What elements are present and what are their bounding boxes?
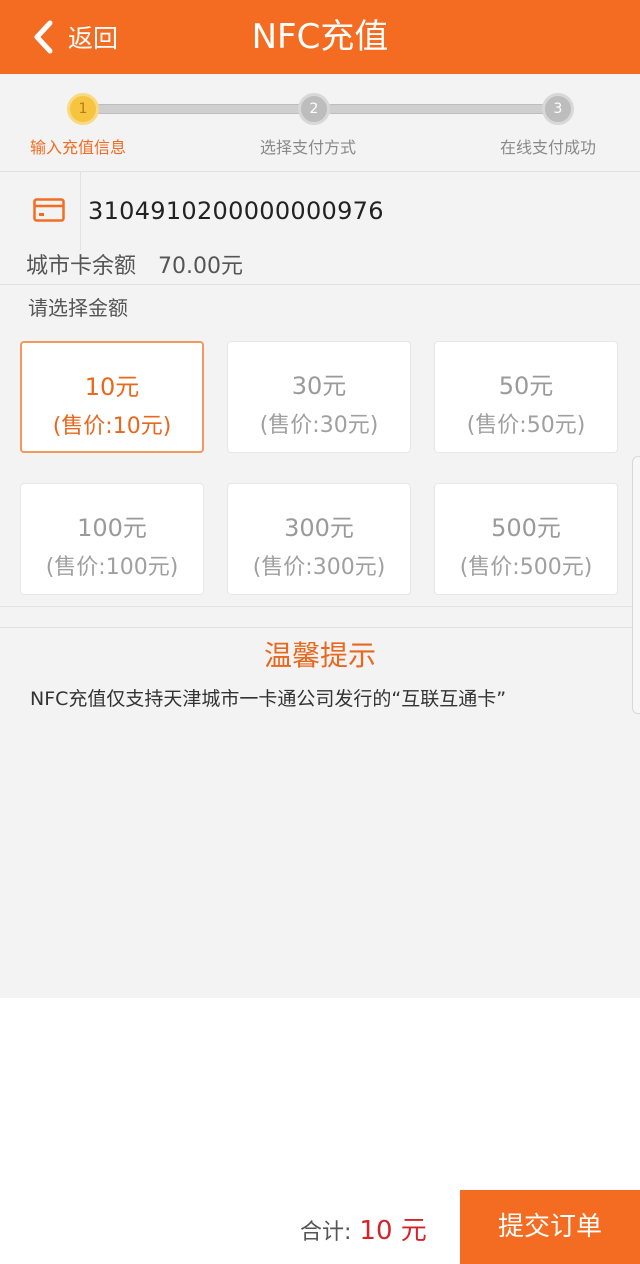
tip-text: NFC充值仅支持天津城市一卡通公司发行的“互联互通卡”	[30, 688, 507, 710]
amount-price: (售价:10元)	[52, 414, 172, 439]
card-icon	[33, 198, 65, 222]
amount-option-10[interactable]: 10元 (售价:10元)	[20, 341, 204, 453]
order-total: 合计: 10 元	[300, 1210, 427, 1247]
chevron-left-icon	[34, 20, 53, 54]
divider	[0, 606, 640, 607]
header-bar: 返回 NFC充值	[0, 0, 640, 74]
amount-price: (售价:30元)	[259, 413, 379, 438]
divider	[0, 627, 640, 628]
balance-label: 城市卡余额	[26, 254, 137, 279]
step-3-label: 在线支付成功	[500, 138, 597, 157]
side-drawer-handle[interactable]	[632, 456, 640, 714]
balance-row: 城市卡余额 70.00元	[26, 250, 243, 284]
card-number: 3104910200000000976	[88, 197, 384, 225]
step-1-label: 输入充值信息	[30, 138, 127, 157]
amount-option-100[interactable]: 100元 (售价:100元)	[20, 483, 204, 595]
amount-value: 30元	[291, 372, 347, 400]
card-divider	[80, 172, 81, 250]
amount-value: 300元	[284, 514, 354, 542]
amount-price: (售价:500元)	[459, 555, 593, 580]
amount-value: 100元	[77, 514, 147, 542]
amount-price: (售价:100元)	[45, 555, 179, 580]
step-2-indicator: 2	[298, 93, 330, 125]
amount-option-500[interactable]: 500元 (售价:500元)	[434, 483, 618, 595]
back-label: 返回	[68, 24, 119, 53]
tip-title: 温馨提示	[263, 639, 376, 672]
submit-order-button[interactable]: 提交订单	[460, 1190, 640, 1264]
back-button[interactable]: 返回	[28, 0, 118, 74]
step-2-label: 选择支付方式	[260, 138, 357, 157]
amount-price: (售价:300元)	[252, 555, 386, 580]
amount-section-label: 请选择金额	[28, 296, 128, 320]
divider	[0, 284, 640, 285]
balance-amount: 70.00元	[158, 254, 243, 279]
progress-steps: 1 2 3 输入充值信息 选择支付方式 在线支付成功	[0, 74, 640, 172]
step-connector	[94, 104, 304, 114]
step-1-indicator: 1	[67, 93, 99, 125]
total-value: 10 元	[359, 1216, 427, 1246]
amount-value: 50元	[498, 372, 554, 400]
amount-option-300[interactable]: 300元 (售价:300元)	[227, 483, 411, 595]
amount-value: 10元	[84, 373, 140, 401]
amount-option-50[interactable]: 50元 (售价:50元)	[434, 341, 618, 453]
total-label: 合计:	[300, 1220, 352, 1245]
amount-price: (售价:50元)	[466, 413, 586, 438]
step-connector	[326, 104, 548, 114]
amount-value: 500元	[491, 514, 561, 542]
step-3-indicator: 3	[542, 93, 574, 125]
card-number-row: 3104910200000000976	[0, 172, 640, 250]
amount-option-30[interactable]: 30元 (售价:30元)	[227, 341, 411, 453]
